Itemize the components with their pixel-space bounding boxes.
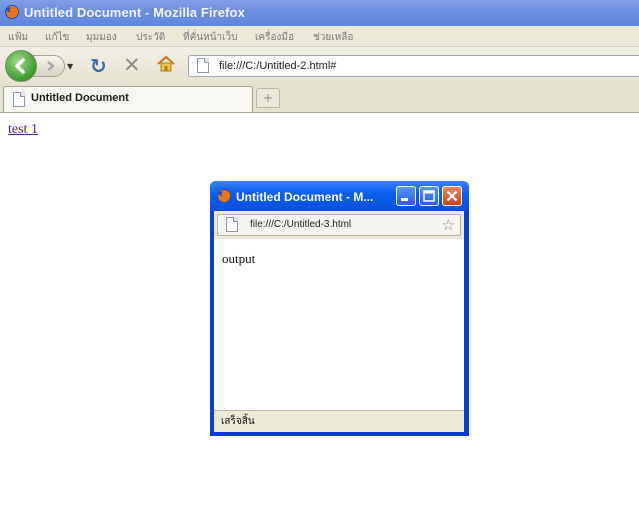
location-url[interactable]: file:///C:/Untitled-2.html# xyxy=(219,60,336,72)
popup-location-url[interactable]: file:///C:/Untitled-3.html xyxy=(250,219,351,230)
popup-location-bar[interactable]: file:///C:/Untitled-3.html ☆ xyxy=(217,214,461,236)
menu-tools[interactable]: เครื่องมือ xyxy=(255,30,294,45)
history-dropdown-icon[interactable]: ▼ xyxy=(67,62,73,71)
page-icon xyxy=(197,58,209,73)
minimize-button[interactable] xyxy=(396,186,416,206)
maximize-icon xyxy=(423,190,435,202)
bookmark-star-icon[interactable]: ☆ xyxy=(442,216,455,234)
menu-view[interactable]: มุมมอง xyxy=(86,30,117,45)
firefox-icon xyxy=(217,189,231,203)
reload-icon[interactable]: ↻ xyxy=(90,54,107,78)
forward-button[interactable] xyxy=(33,55,65,77)
menu-history[interactable]: ประวัติ xyxy=(136,30,165,45)
close-button[interactable] xyxy=(442,186,462,206)
location-bar[interactable]: file:///C:/Untitled-2.html# xyxy=(188,55,639,77)
menu-edit[interactable]: แก้ไข xyxy=(45,30,69,45)
back-arrow-icon xyxy=(15,58,25,74)
back-button[interactable] xyxy=(5,50,37,82)
test-link[interactable]: test 1 xyxy=(8,122,38,138)
home-icon[interactable] xyxy=(156,54,176,74)
menu-bookmarks[interactable]: ที่คั่นหน้าเว็บ xyxy=(183,30,238,45)
close-icon xyxy=(446,190,458,202)
popup-output-text: output xyxy=(222,251,256,266)
popup-status-text: เสร็จสิ้น xyxy=(221,416,255,427)
window-title: Untitled Document - Mozilla Firefox xyxy=(24,5,245,20)
new-tab-button[interactable]: + xyxy=(256,88,280,108)
menu-help[interactable]: ช่วยเหลือ xyxy=(313,30,353,45)
popup-title: Untitled Document - M... xyxy=(236,190,374,204)
menu-file[interactable]: แฟ้ม xyxy=(8,30,28,45)
stop-icon[interactable]: ✕ xyxy=(123,53,141,77)
maximize-button[interactable] xyxy=(419,186,439,206)
tab-label: Untitled Document xyxy=(31,92,129,104)
firefox-icon xyxy=(5,5,19,19)
forward-arrow-icon xyxy=(47,61,56,71)
page-icon xyxy=(226,217,238,232)
minimize-icon xyxy=(401,198,408,201)
page-icon xyxy=(13,92,25,107)
